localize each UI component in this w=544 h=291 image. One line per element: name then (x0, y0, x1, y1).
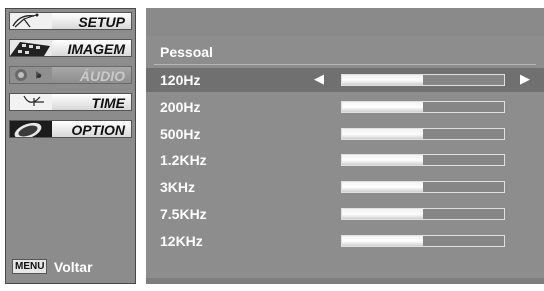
eq-band-slider[interactable] (341, 74, 505, 86)
menu-key-icon: MENU (12, 259, 48, 275)
eq-band-label: 500Hz (160, 125, 201, 142)
menu-item-time[interactable]: TIME (9, 93, 132, 111)
eq-band-slider-fill (342, 209, 423, 219)
eq-band-row[interactable]: 200Hz (146, 95, 544, 119)
eq-band-slider[interactable] (341, 181, 505, 194)
menu-item-imagem-label: IMAGEM (67, 41, 125, 57)
panel-header-bar (146, 8, 544, 36)
eq-band-row[interactable]: 500Hz (146, 122, 544, 146)
eq-band-slider-fill (342, 155, 423, 166)
equalizer-panel: Pessoal 120Hz ◀ ▶ 200Hz 500Hz 1.2KHz 3KHz 7.5KH… (146, 8, 544, 284)
main-menu-sidebar: SETUP IMAGEM ÁUDIO TIME OPTION MENU Volt… (5, 8, 136, 284)
eq-band-row[interactable]: 12KHz (146, 229, 544, 253)
satellite-dish-icon (10, 13, 52, 29)
eq-band-slider[interactable] (341, 127, 505, 140)
eq-band-label: 120Hz (160, 72, 201, 88)
menu-item-setup[interactable]: SETUP (9, 12, 132, 30)
eq-band-slider-fill (342, 101, 423, 112)
eq-band-row[interactable]: 1.2KHz (146, 148, 544, 172)
eq-band-slider-fill (342, 128, 423, 139)
option-badge-icon (10, 121, 52, 137)
back-hint[interactable]: MENU Voltar (12, 258, 93, 276)
eq-band-row[interactable]: 120Hz ◀ ▶ (146, 68, 544, 92)
panel-footer-bar (146, 278, 544, 284)
menu-item-setup-label: SETUP (78, 14, 125, 30)
arrow-right-icon[interactable]: ▶ (520, 71, 530, 87)
eq-band-label: 12KHz (160, 232, 203, 249)
menu-item-imagem[interactable]: IMAGEM (9, 39, 132, 57)
eq-band-slider-fill (342, 75, 423, 85)
eq-band-label: 3KHz (160, 179, 196, 196)
eq-band-slider[interactable] (341, 208, 505, 220)
speaker-icon (10, 67, 52, 83)
eq-band-label: 7.5KHz (160, 206, 207, 222)
arrow-left-icon[interactable]: ◀ (314, 71, 324, 87)
eq-band-slider-fill (342, 182, 423, 193)
eq-band-slider[interactable] (341, 154, 505, 167)
eq-band-row[interactable]: 7.5KHz (146, 202, 544, 226)
divider (154, 64, 536, 65)
menu-item-audio-label: ÁUDIO (79, 68, 125, 84)
eq-band-label: 1.2KHz (160, 152, 207, 169)
eq-band-slider[interactable] (341, 234, 505, 247)
menu-item-time-label: TIME (91, 95, 125, 111)
panel-title: Pessoal (160, 44, 213, 60)
menu-item-option-label: OPTION (71, 122, 125, 138)
clock-icon (10, 94, 52, 110)
eq-band-row[interactable]: 3KHz (146, 175, 544, 199)
back-label: Voltar (53, 258, 93, 275)
menu-item-option[interactable]: OPTION (9, 120, 132, 138)
eq-band-slider-fill (342, 235, 423, 246)
eq-band-slider[interactable] (341, 100, 505, 113)
film-strip-icon (10, 40, 52, 56)
eq-band-label: 200Hz (160, 98, 201, 115)
menu-item-audio[interactable]: ÁUDIO (9, 66, 132, 84)
